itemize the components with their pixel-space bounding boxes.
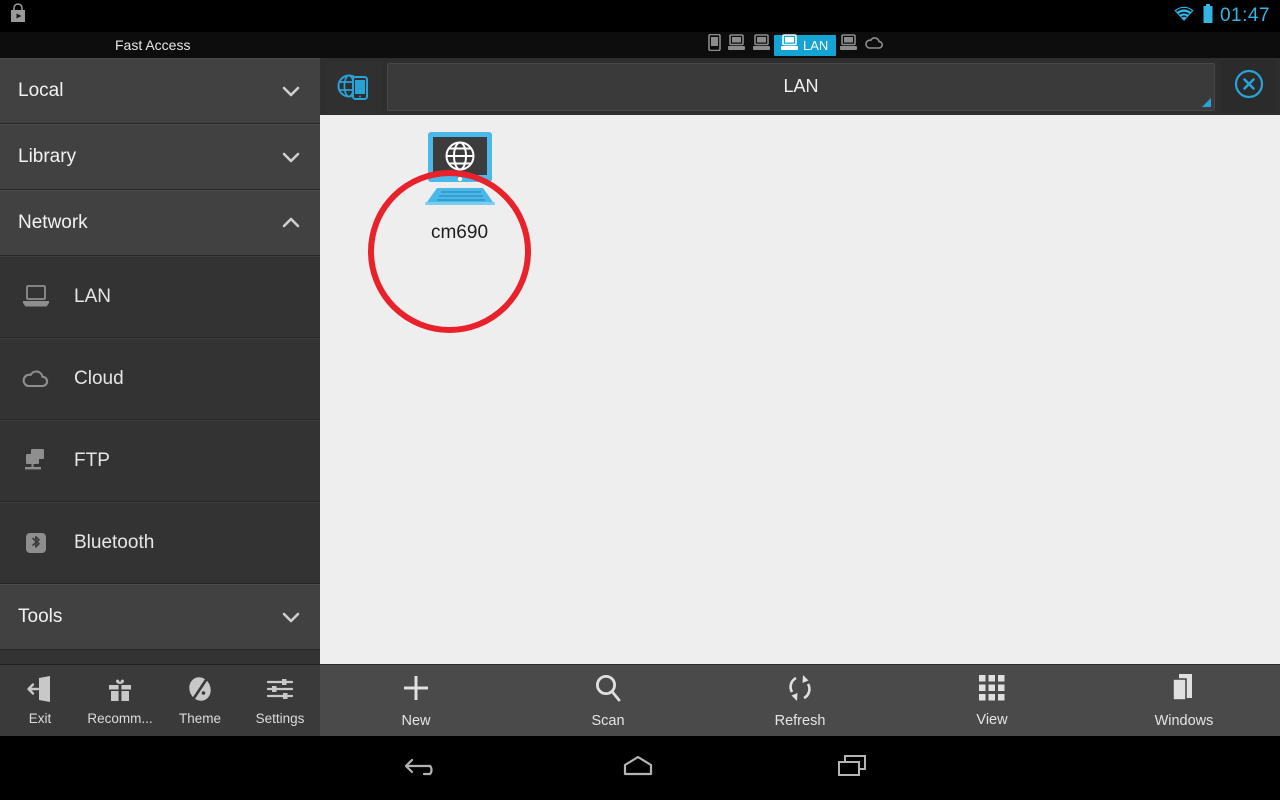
grid-icon	[977, 673, 1007, 708]
nav-back-button[interactable]	[363, 752, 483, 785]
chevron-down-icon	[280, 606, 302, 628]
main-panel: LAN cm690	[320, 58, 1280, 664]
view-label: View	[976, 712, 1008, 728]
status-bar: 01:47	[0, 0, 1280, 32]
sidebar-section-tools-label: Tools	[18, 606, 63, 627]
sliders-icon	[265, 675, 295, 708]
sidebar-section-local-label: Local	[18, 80, 64, 101]
plus-icon	[400, 672, 432, 709]
scan-button[interactable]: Scan	[512, 672, 704, 729]
back-arrow-icon	[404, 752, 442, 785]
theme-button[interactable]: Theme	[160, 675, 240, 726]
nav-home-button[interactable]	[578, 752, 698, 785]
cloud-icon	[16, 367, 56, 391]
bluetooth-icon	[16, 530, 56, 556]
palette-icon	[185, 675, 215, 708]
gift-icon	[105, 675, 135, 708]
sidebar-section-library[interactable]: Library	[0, 124, 320, 190]
windows-button[interactable]: Windows	[1088, 672, 1280, 729]
chevron-down-icon	[280, 146, 302, 168]
computer-icon	[727, 34, 746, 56]
path-field[interactable]: LAN	[387, 62, 1215, 111]
status-bar-clock: 01:47	[1219, 5, 1270, 26]
sidebar-section-local[interactable]: Local	[0, 58, 320, 124]
close-circle-icon	[1233, 68, 1265, 105]
sidebar-item-lan-label: LAN	[74, 286, 111, 307]
scan-label: Scan	[591, 713, 625, 729]
exit-door-icon	[25, 675, 55, 708]
fast-access-title: Fast Access	[115, 37, 191, 53]
refresh-button[interactable]: Refresh	[704, 672, 896, 729]
tab-phone[interactable]	[705, 33, 724, 56]
sidebar-section-network-label: Network	[18, 212, 88, 233]
list-item[interactable]: cm690	[397, 130, 522, 244]
status-bar-indicators: 01:47	[1172, 3, 1280, 29]
status-bar-notifications[interactable]	[0, 2, 28, 30]
sidebar-section-library-label: Library	[18, 146, 77, 167]
play-store-bag-icon	[8, 2, 28, 30]
tab-lan[interactable]: LAN	[774, 34, 837, 56]
exit-button[interactable]: Exit	[0, 675, 80, 726]
sidebar-item-ftp-label: FTP	[74, 450, 110, 471]
tab-computer-1[interactable]	[724, 34, 749, 56]
list-item-label: cm690	[430, 222, 489, 243]
computer-icon	[839, 34, 858, 56]
computer-icon	[780, 34, 799, 56]
new-label: New	[401, 713, 431, 729]
windows-stack-icon	[1169, 672, 1199, 709]
exit-label: Exit	[28, 711, 52, 726]
android-nav-bar	[0, 736, 1280, 800]
recents-icon	[834, 752, 872, 785]
computer-icon	[752, 34, 771, 56]
new-button[interactable]: New	[320, 672, 512, 729]
android-screen: 01:47 Fast Access LAN Local Library Netw…	[0, 0, 1280, 800]
address-bar: LAN	[320, 58, 1280, 115]
refresh-label: Refresh	[774, 713, 826, 729]
chevron-up-icon	[280, 212, 302, 234]
tab-computer-2[interactable]	[749, 34, 774, 56]
theme-label: Theme	[178, 711, 222, 726]
sidebar-item-cloud-label: Cloud	[74, 368, 124, 389]
sidebar-section-tools[interactable]: Tools	[0, 584, 320, 650]
globe-device-icon[interactable]	[325, 61, 381, 114]
recommend-label: Recomm...	[87, 711, 153, 726]
windows-label: Windows	[1154, 713, 1214, 729]
sidebar-toolbar: Exit Recomm... Theme Settings	[0, 664, 320, 736]
tab-lan-label: LAN	[803, 37, 829, 53]
sidebar-item-lan[interactable]: LAN	[0, 256, 320, 338]
fast-access-bar: Fast Access LAN	[0, 32, 1280, 58]
sidebar-item-cloud[interactable]: Cloud	[0, 338, 320, 420]
file-canvas[interactable]: cm690	[320, 115, 1280, 664]
chevron-down-icon	[280, 80, 302, 102]
wifi-icon	[1172, 5, 1196, 28]
sidebar: Local Library Network LAN Cloud FTP Blue…	[0, 58, 320, 664]
search-icon	[592, 672, 624, 709]
cloud-icon	[864, 35, 884, 56]
sidebar-item-ftp[interactable]: FTP	[0, 420, 320, 502]
tab-cloud[interactable]	[861, 34, 887, 56]
phone-icon	[708, 33, 721, 56]
sidebar-section-network[interactable]: Network	[0, 190, 320, 256]
main-toolbar: New Scan Refresh View Windows	[320, 664, 1280, 736]
resize-corner-icon[interactable]	[1202, 97, 1211, 107]
refresh-icon	[784, 672, 816, 709]
settings-label: Settings	[255, 711, 305, 726]
close-tab-button[interactable]	[1221, 60, 1276, 113]
tab-computer-3[interactable]	[836, 34, 861, 56]
recommend-button[interactable]: Recomm...	[80, 675, 160, 726]
window-tab-strip: LAN	[705, 32, 887, 58]
network-computer-icon	[419, 130, 501, 213]
laptop-icon	[16, 284, 56, 310]
settings-button[interactable]: Settings	[240, 675, 320, 726]
path-text: LAN	[783, 76, 819, 96]
nav-recents-button[interactable]	[793, 752, 913, 785]
battery-icon	[1202, 3, 1214, 29]
home-icon	[619, 752, 657, 785]
ftp-server-icon	[16, 448, 56, 474]
sidebar-item-bluetooth-label: Bluetooth	[74, 532, 155, 553]
sidebar-item-bluetooth[interactable]: Bluetooth	[0, 502, 320, 584]
view-button[interactable]: View	[896, 673, 1088, 728]
